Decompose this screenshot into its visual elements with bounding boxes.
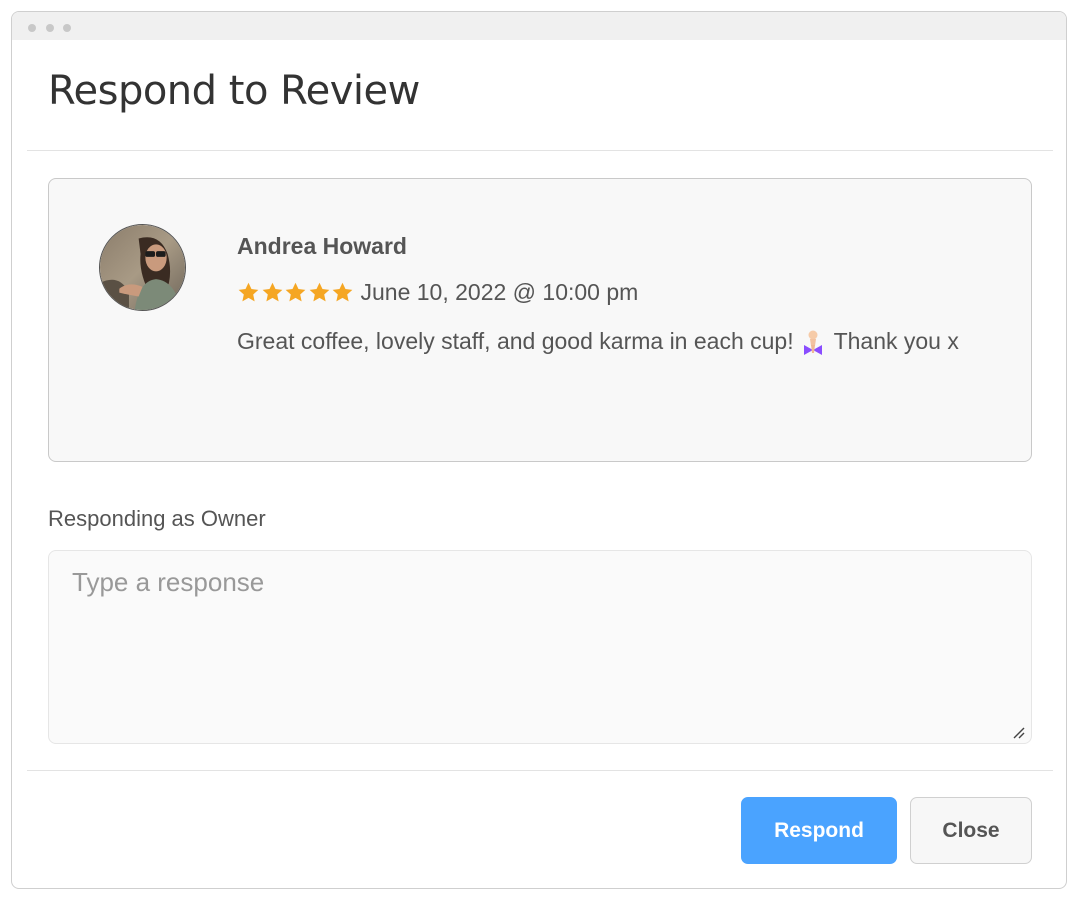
window-titlebar	[12, 12, 1066, 40]
close-button[interactable]: Close	[910, 797, 1032, 864]
reviewer-avatar	[99, 224, 186, 311]
review-meta: June 10, 2022 @ 10:00 pm	[237, 277, 638, 307]
folded-hands-emoji-icon	[803, 330, 822, 355]
footer-divider	[27, 770, 1053, 771]
resize-handle-icon[interactable]	[1010, 724, 1026, 740]
header-divider	[27, 150, 1053, 151]
star-icon	[238, 282, 259, 301]
star-rating	[237, 281, 355, 304]
star-icon	[262, 282, 282, 301]
review-text: Great coffee, lovely staff, and good kar…	[237, 319, 997, 364]
window-dot-icon	[28, 24, 36, 32]
star-icon	[332, 282, 353, 301]
modal-title: Respond to Review	[48, 68, 420, 114]
modal-window: Respond to Review Andrea Howard June 10,…	[11, 11, 1067, 889]
response-textarea[interactable]	[48, 550, 1032, 744]
window-dot-icon	[46, 24, 54, 32]
review-text-part-2: Thank you x	[827, 328, 959, 354]
star-icon	[309, 282, 329, 301]
review-card: Andrea Howard June 10, 2022 @ 10:00 pm G…	[48, 178, 1032, 462]
review-text-part-1: Great coffee, lovely staff, and good kar…	[237, 328, 794, 354]
reviewer-name: Andrea Howard	[237, 233, 407, 259]
window-dot-icon	[63, 24, 71, 32]
review-date: June 10, 2022 @ 10:00 pm	[360, 278, 639, 305]
respond-button[interactable]: Respond	[741, 797, 897, 864]
star-icon	[285, 282, 306, 301]
responding-as-label: Responding as Owner	[48, 506, 266, 531]
